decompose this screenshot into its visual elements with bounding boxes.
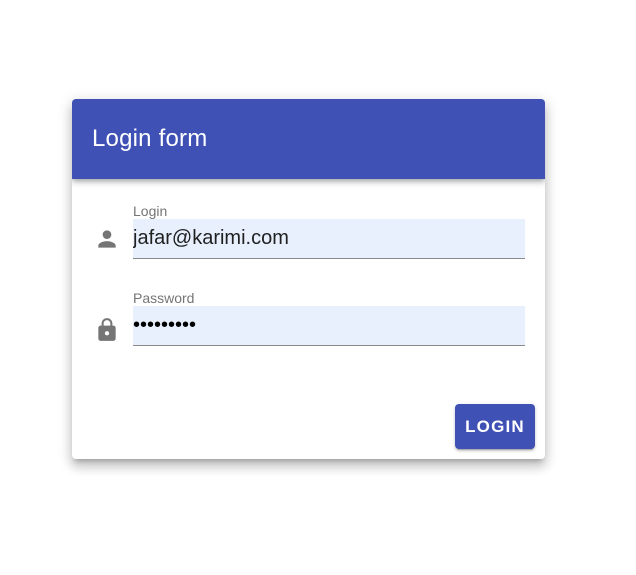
lock-icon: [94, 317, 120, 343]
login-card: Login form Login Password LOGIN: [72, 99, 545, 459]
login-input[interactable]: [133, 219, 525, 259]
login-field-row: Login: [72, 203, 545, 263]
login-label: Login: [133, 203, 168, 219]
card-header: Login form: [72, 99, 545, 179]
password-input[interactable]: [133, 306, 525, 346]
password-field-row: Password: [72, 290, 545, 350]
person-icon: [94, 226, 120, 252]
form-title: Login form: [92, 125, 208, 152]
login-button[interactable]: LOGIN: [455, 404, 535, 449]
password-label: Password: [133, 290, 195, 306]
